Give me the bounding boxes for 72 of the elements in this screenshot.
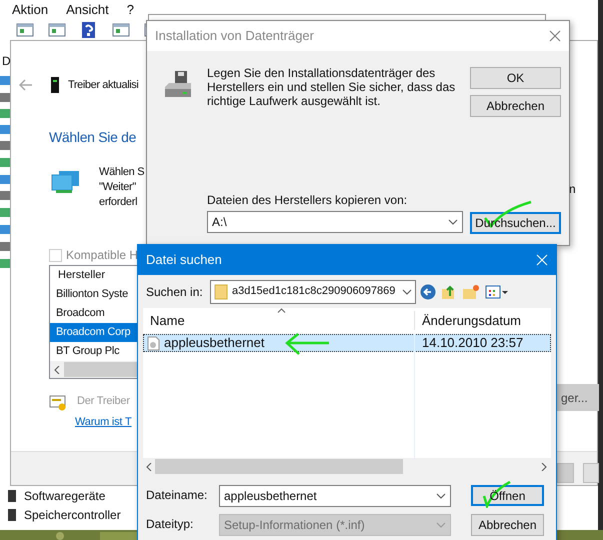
folder-combo-box[interactable]: a3d15ed1c181c8c290906097869 (210, 280, 416, 304)
device-icon (0, 174, 10, 186)
menu-item[interactable]: Ansicht (66, 0, 109, 20)
dialog-message: Legen Sie den Installationsdatenträger des Herstellers ein und stellen Sie sicher, dass das richtige Laufwerk ausgewählt ist. (207, 66, 456, 108)
dialog-button[interactable]: Abbrechen (470, 95, 561, 117)
description-text: n (569, 181, 576, 198)
path-combo-box[interactable]: A:\ (207, 211, 463, 233)
dialog-button[interactable]: Abbrechen (471, 514, 544, 536)
toolbar-icon[interactable] (16, 22, 34, 38)
tree-item[interactable]: Speichercontroller (24, 506, 121, 524)
device-icon (0, 190, 10, 202)
description-text: "Weiter" (99, 180, 137, 195)
dropdown-caret-icon (436, 522, 446, 528)
description-text: Wählen S (99, 165, 144, 180)
folder-icon (214, 284, 228, 300)
column-header[interactable]: Änderungsdatum (414, 310, 522, 330)
dropdown-caret-icon (402, 288, 412, 294)
file-date: 14.10.2010 23:57 (421, 334, 524, 352)
device-icon (0, 157, 10, 169)
checkbox-label: Kompatible H (66, 247, 138, 264)
device-icon (0, 75, 10, 87)
view-menu-icon[interactable] (485, 284, 509, 300)
folder-up-icon[interactable] (441, 284, 457, 300)
description-text: erforderl (99, 195, 138, 210)
device-icon (0, 124, 10, 136)
disk-button[interactable]: ger... (557, 384, 599, 411)
close-icon[interactable] (549, 30, 561, 42)
sort-ascending-icon (277, 308, 286, 313)
field-label: Dateiname: (146, 487, 208, 504)
toolbar-icon[interactable] (112, 22, 130, 38)
menu-item[interactable]: Aktion (12, 0, 48, 20)
arrow-annotation (284, 332, 330, 356)
settings-file-icon (147, 336, 160, 350)
dropdown-caret-icon (436, 493, 446, 499)
scroll-left-icon[interactable] (146, 462, 152, 470)
field-label: Dateien des Herstellers kopieren von: (207, 192, 408, 209)
device-icon (0, 224, 10, 236)
field-label: Suchen in: (146, 284, 204, 300)
field-label: Dateityp: (146, 516, 194, 533)
dialog-title: Datei suchen (146, 251, 222, 270)
drive-icon (163, 69, 193, 99)
network-adapter-icon (51, 77, 59, 94)
network-icon (51, 169, 81, 195)
certificate-icon (49, 395, 67, 411)
dialog-title: Installation von Datenträger (155, 27, 314, 46)
dialog-button[interactable]: OK (470, 67, 561, 89)
menu-item[interactable]: ? (126, 0, 134, 20)
column-header: Hersteller (57, 268, 106, 284)
new-folder-icon[interactable] (462, 284, 480, 300)
toolbar-icon[interactable] (48, 22, 66, 38)
back-arrow-icon[interactable] (19, 79, 33, 92)
device-icon (0, 92, 10, 104)
wizard-heading: Wählen Sie de (49, 128, 136, 147)
help-link[interactable]: Warum ist T (75, 414, 132, 430)
tree-header: D (2, 53, 11, 70)
window-title: Treiber aktualisi (68, 78, 138, 93)
device-icon (0, 108, 10, 120)
scrollbar-thumb[interactable] (155, 459, 403, 474)
device-icon (0, 241, 10, 253)
note-text: Der Treiber (77, 394, 130, 409)
filename-combo-box[interactable]: appleusbethernet (219, 485, 451, 507)
device-icon (0, 207, 10, 219)
scroll-right-icon[interactable] (541, 462, 547, 470)
toolbar-icon[interactable] (80, 22, 98, 38)
checkbox[interactable] (49, 248, 62, 262)
dropdown-caret-icon (448, 219, 458, 225)
file-name: appleusbethernet (164, 334, 264, 352)
back-icon[interactable] (420, 284, 436, 300)
tree-item[interactable]: Softwaregeräte (24, 487, 106, 505)
device-icon (0, 140, 10, 152)
file-row[interactable]: appleusbethernet 14.10.2010 23:57 (143, 334, 551, 352)
device-icon (0, 258, 10, 270)
